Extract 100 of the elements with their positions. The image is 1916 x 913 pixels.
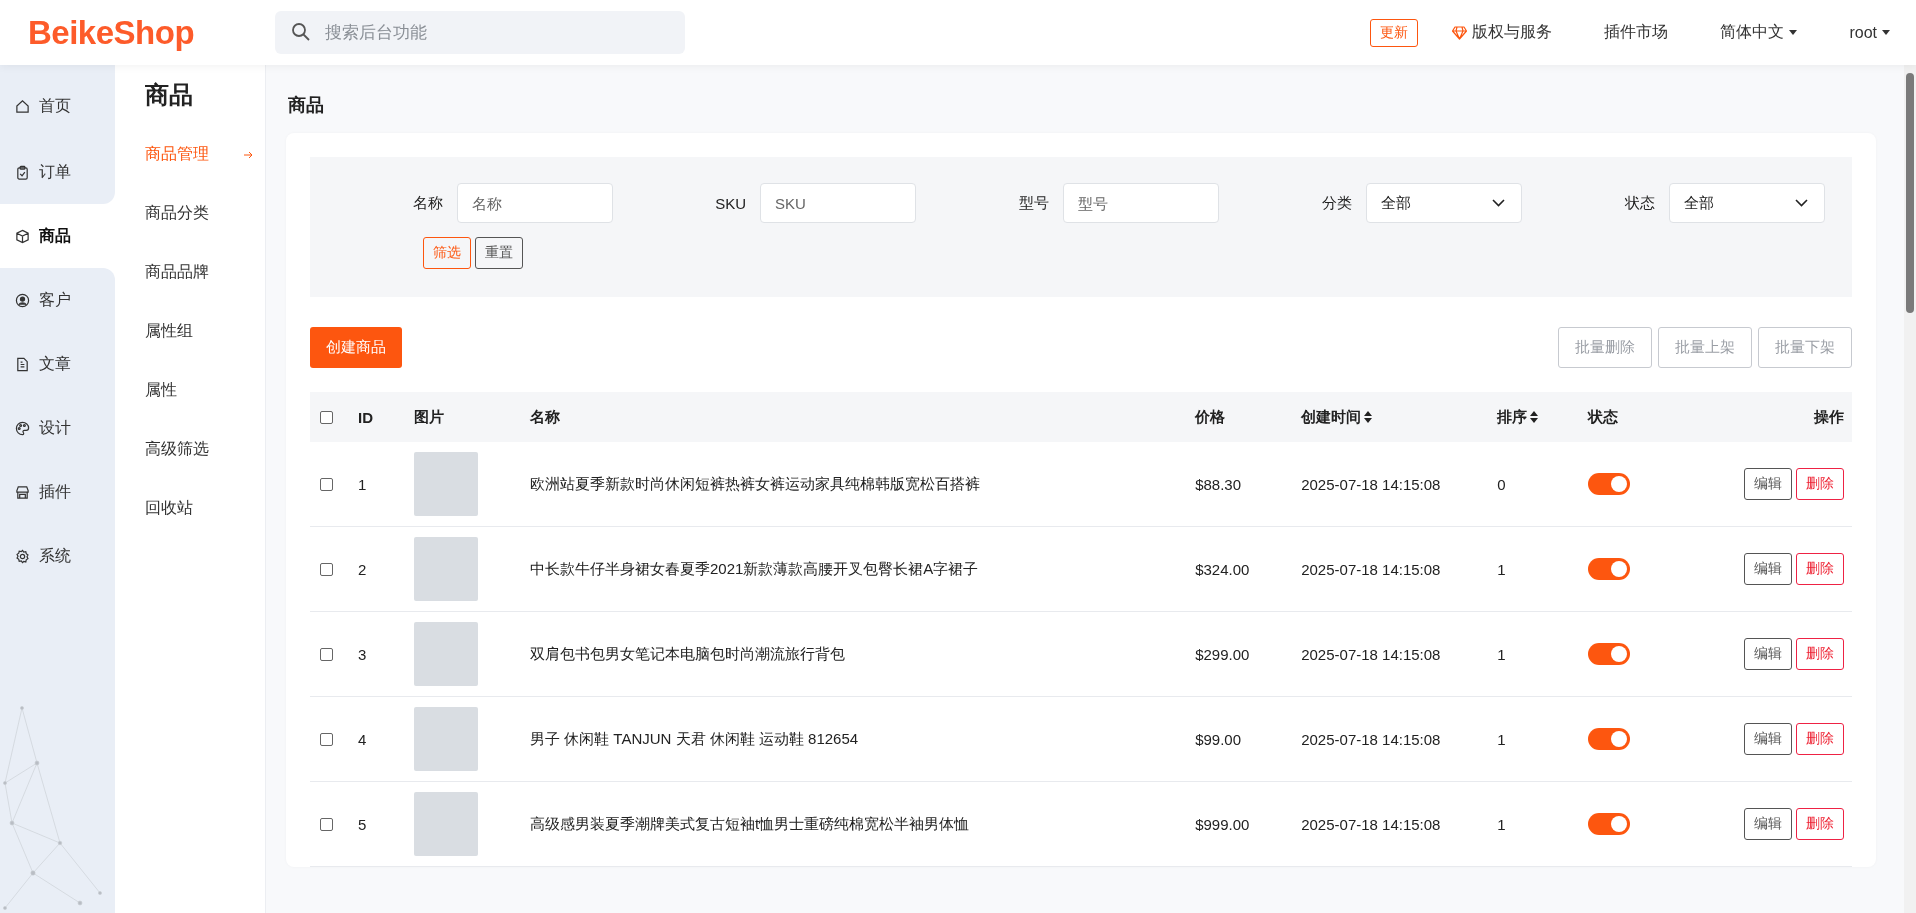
delete-button[interactable]: 删除 xyxy=(1796,638,1844,670)
submenu-item[interactable]: 属性 xyxy=(115,361,265,420)
product-name: 中长款牛仔半身裙女春夏季2021新款薄款高腰开叉包臀长裙A字裙子 xyxy=(530,559,979,577)
table-cell: 1 xyxy=(1497,730,1506,748)
chevron-icon xyxy=(1795,199,1808,207)
edit-button[interactable]: 编辑 xyxy=(1743,553,1792,585)
delete-button[interactable]: 删除 xyxy=(1796,723,1844,755)
sort-icon[interactable] xyxy=(1364,411,1373,423)
edit-button[interactable]: 编辑 xyxy=(1743,638,1792,670)
sort-icon[interactable] xyxy=(1530,411,1539,423)
edit-button[interactable]: 编辑 xyxy=(1743,723,1792,755)
product-name: 高级感男装夏季潮牌美式复古短袖t恤男士重磅纯棉宽松半袖男体恤 xyxy=(530,814,970,832)
palette-icon xyxy=(15,420,30,436)
delete-button[interactable]: 删除 xyxy=(1796,468,1844,500)
submenu-item[interactable]: 高级筛选 xyxy=(115,420,265,479)
filter-select[interactable]: 全部 xyxy=(1669,183,1825,223)
nav-item[interactable]: 设计 xyxy=(0,396,115,460)
submenu-item[interactable]: 商品品牌 xyxy=(115,243,265,302)
select-all-checkbox[interactable] xyxy=(320,410,333,424)
nav-item[interactable]: 文章 xyxy=(0,332,115,396)
filter-label: 分类 xyxy=(1322,193,1352,213)
filter-input[interactable]: SKU xyxy=(760,183,916,223)
edit-button[interactable]: 编辑 xyxy=(1743,468,1792,500)
section-title: 商品 xyxy=(144,80,194,110)
delete-button[interactable]: 删除 xyxy=(1796,808,1844,840)
status-toggle[interactable] xyxy=(1588,558,1631,580)
row-checkbox[interactable] xyxy=(320,562,333,576)
status-toggle[interactable] xyxy=(1588,473,1631,495)
column-header[interactable]: 创建时间 xyxy=(1301,407,1362,427)
column-header: 价格 xyxy=(1195,407,1226,427)
table-cell: 4 xyxy=(358,730,367,748)
table-cell: $99.00 xyxy=(1195,730,1242,748)
caret-icon xyxy=(1882,30,1890,35)
submenu-item[interactable]: 回收站 xyxy=(115,479,265,538)
clipboard-icon xyxy=(15,164,30,180)
nav-item[interactable]: 系统 xyxy=(0,524,115,588)
delete-button[interactable]: 删除 xyxy=(1796,553,1844,585)
nav-item[interactable]: 订单 xyxy=(0,140,115,204)
product-name: 男子 休闲鞋 TANJUN 天君 休闲鞋 运动鞋 812654 xyxy=(530,729,859,747)
table-cell: 1 xyxy=(358,475,367,493)
user-icon xyxy=(15,292,30,308)
document-icon xyxy=(15,356,30,372)
status-toggle[interactable] xyxy=(1588,643,1631,665)
nav-item[interactable]: 插件 xyxy=(0,460,115,524)
submenu-item[interactable]: 商品分类 xyxy=(115,184,265,243)
table-cell: 3 xyxy=(358,645,367,663)
column-header: 图片 xyxy=(414,407,444,427)
table-cell: 2025-07-18 14:15:08 xyxy=(1301,560,1441,578)
header-link[interactable]: 版权与服务 xyxy=(1472,22,1553,43)
row-checkbox[interactable] xyxy=(320,817,333,831)
chevron-icon xyxy=(1492,199,1505,207)
reset-button[interactable]: 重置 xyxy=(475,237,523,269)
table-cell: 2025-07-18 14:15:08 xyxy=(1301,815,1441,833)
table-cell: 2 xyxy=(358,560,367,578)
column-header[interactable]: 排序 xyxy=(1497,407,1528,427)
header-link[interactable]: root xyxy=(1849,23,1877,42)
status-toggle[interactable] xyxy=(1588,813,1631,835)
filter-label: 型号 xyxy=(1019,193,1049,213)
column-header: 状态 xyxy=(1588,407,1619,427)
photo-placeholder xyxy=(414,537,478,601)
box-icon xyxy=(15,228,30,244)
filter-label: 名称 xyxy=(413,193,443,213)
settings-icon xyxy=(15,548,30,564)
search-field[interactable]: 搜索后台功能 xyxy=(275,11,685,54)
column-header: 操作 xyxy=(1814,407,1844,427)
caret-icon xyxy=(1789,30,1798,35)
table-cell: 2025-07-18 14:15:08 xyxy=(1301,475,1441,493)
submenu-item[interactable]: 属性组 xyxy=(115,302,265,361)
table-cell: $324.00 xyxy=(1195,560,1250,578)
table-cell: 1 xyxy=(1497,560,1506,578)
filter-label: SKU xyxy=(715,194,746,212)
status-toggle[interactable] xyxy=(1588,728,1631,750)
header-link[interactable]: 插件市场 xyxy=(1604,22,1669,43)
photo-placeholder xyxy=(414,622,478,686)
search-icon xyxy=(291,22,311,42)
scrollbar[interactable] xyxy=(1904,65,1916,913)
product-name: 双肩包书包男女笔记本电脑包时尚潮流旅行背包 xyxy=(530,644,845,662)
filter-input[interactable]: 型号 xyxy=(1063,183,1219,223)
header-link[interactable]: 简体中文 xyxy=(1720,22,1785,43)
product-name: 欧洲站夏季新款时尚休闲短裤热裤女裤运动家具纯棉韩版宽松百搭裤 xyxy=(530,474,980,492)
nav-item[interactable]: 首页 xyxy=(0,65,115,140)
photo-placeholder xyxy=(414,707,478,771)
arrow-icon xyxy=(244,150,253,159)
photo-placeholder xyxy=(414,792,478,856)
filter-label: 状态 xyxy=(1625,193,1655,213)
page-title: 商品 xyxy=(287,94,325,117)
photo-placeholder xyxy=(414,452,478,516)
row-checkbox[interactable] xyxy=(320,732,333,746)
filter-input[interactable]: 名称 xyxy=(457,183,613,223)
home-icon xyxy=(15,99,30,114)
row-checkbox[interactable] xyxy=(320,477,333,491)
table-cell: $299.00 xyxy=(1195,645,1250,663)
table-cell: $88.30 xyxy=(1195,475,1242,493)
diamond-icon xyxy=(1452,25,1468,40)
row-checkbox[interactable] xyxy=(320,647,333,661)
nav-item[interactable]: 客户 xyxy=(0,268,115,332)
column-header: 名称 xyxy=(530,407,560,427)
edit-button[interactable]: 编辑 xyxy=(1743,808,1792,840)
filter-select[interactable]: 全部 xyxy=(1366,183,1522,223)
table-cell: 2025-07-18 14:15:08 xyxy=(1301,730,1441,748)
